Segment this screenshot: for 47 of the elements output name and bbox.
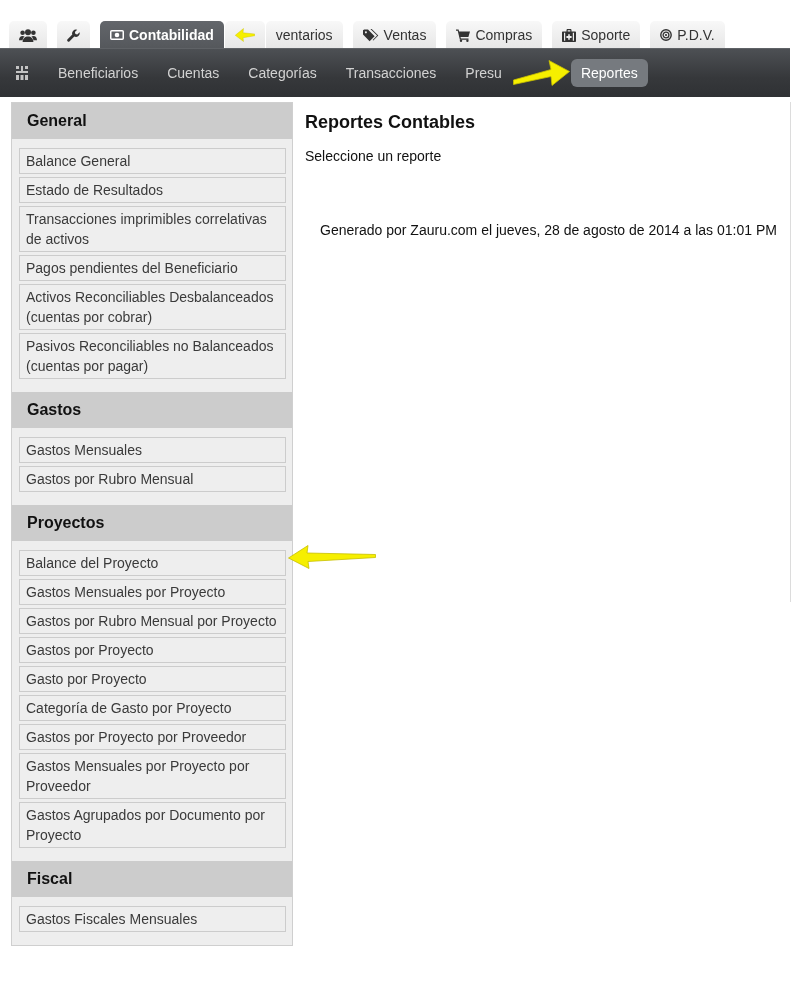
section-header: Proyectos (12, 505, 292, 541)
report-link[interactable]: Balance del Proyecto (19, 550, 286, 576)
nav-link[interactable]: Transacciones (335, 59, 447, 87)
report-link[interactable]: Gastos por Proyecto (19, 637, 286, 663)
medkit-icon (562, 28, 577, 42)
nav-link[interactable]: Reportes (570, 59, 648, 87)
report-link[interactable]: Activos Reconciliables Desbalanceados (cuentas por cobrar) (19, 284, 286, 330)
nav-link[interactable]: Presu (455, 59, 512, 87)
tab[interactable]: Contabilidad (100, 21, 224, 48)
report-link[interactable]: Gastos por Proyecto por Proveedor (19, 724, 286, 750)
report-link[interactable]: Gastos Fiscales Mensuales (19, 906, 286, 932)
prompt-text: Seleccione un reporte (305, 147, 443, 165)
report-link[interactable]: Gastos Agrupados por Documento por Proyecto (19, 802, 286, 848)
wrench-icon (67, 28, 80, 42)
grid-icon (16, 66, 28, 80)
page-title: Reportes Contables (305, 111, 477, 133)
report-link[interactable]: Estado de Resultados (19, 177, 286, 203)
report-link[interactable]: Categoría de Gasto por Proyecto (19, 695, 286, 721)
tab[interactable]: Soporte (552, 21, 641, 48)
tab[interactable]: P.D.V. (650, 21, 725, 48)
report-link[interactable]: Gastos por Rubro Mensual por Proyecto (19, 608, 286, 634)
nav-link[interactable]: Cuentas (157, 59, 230, 87)
report-link[interactable]: Balance General (19, 148, 286, 174)
section-header: Gastos (12, 392, 292, 428)
report-link[interactable]: Gastos Mensuales por Proyecto (19, 579, 286, 605)
icon-tab[interactable] (9, 21, 47, 48)
report-link[interactable]: Gastos Mensuales (19, 437, 286, 463)
report-link[interactable]: Gastos por Rubro Mensual (19, 466, 286, 492)
section-header: General (12, 103, 292, 139)
report-link[interactable]: Transacciones imprimibles correlativas de activos (19, 206, 286, 252)
report-link[interactable]: Pasivos Reconciliables no Balanceados (cuentas por pagar) (19, 333, 286, 379)
bullseye-icon (660, 29, 673, 41)
cart-icon (456, 28, 471, 42)
section-header: Fiscal (12, 861, 292, 897)
users-icon (19, 28, 37, 42)
tab[interactable]: Compras (446, 21, 543, 48)
report-link[interactable]: Pagos pendientes del Beneficiario (19, 255, 286, 281)
tags-icon (362, 28, 379, 42)
nav-link[interactable]: Beneficiarios (48, 59, 149, 87)
tab[interactable]: Ventas (352, 21, 437, 48)
tab[interactable]: ventarios (265, 21, 343, 48)
nav-link[interactable]: Categorías (238, 59, 327, 87)
report-link[interactable]: Gastos Mensuales por Proyecto por Proveedor (19, 753, 286, 799)
icon-tab[interactable] (57, 21, 90, 48)
report-link[interactable]: Gasto por Proyecto (19, 666, 286, 692)
banknote-icon (110, 30, 124, 40)
generated-note: Generado por Zauru.com el jueves, 28 de agosto de 2014 a las 01:01 PM (319, 221, 778, 239)
